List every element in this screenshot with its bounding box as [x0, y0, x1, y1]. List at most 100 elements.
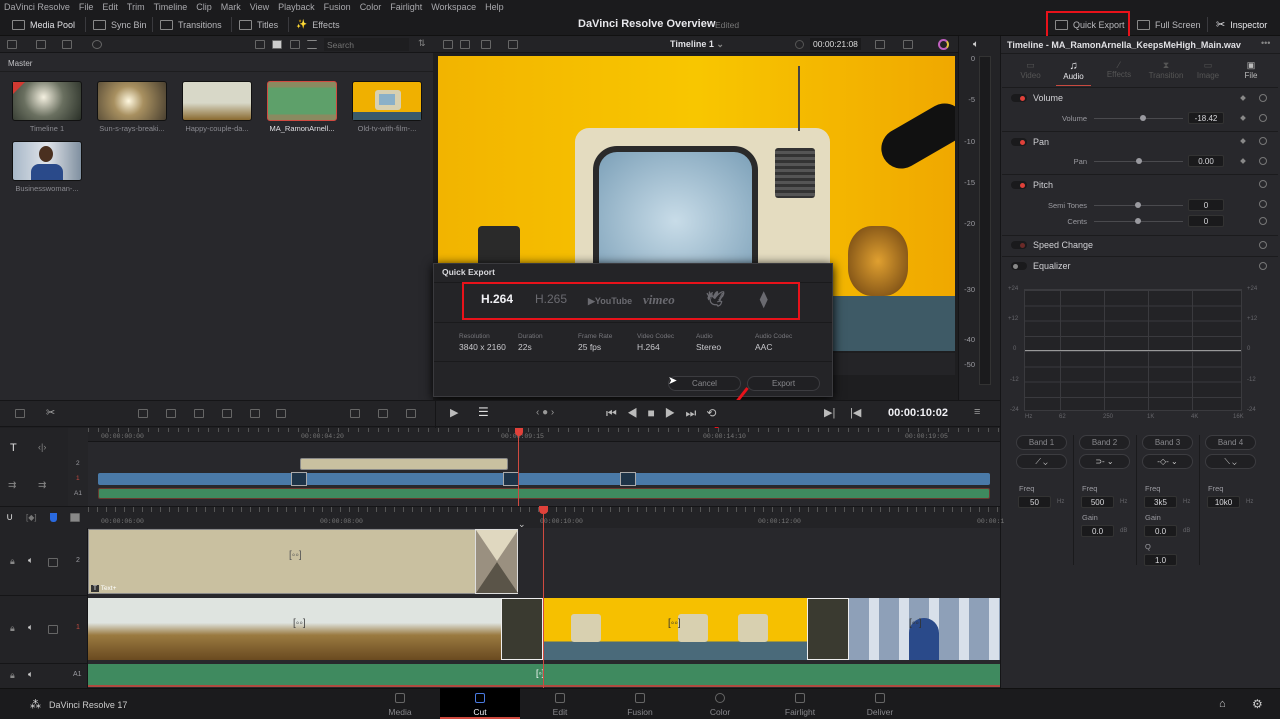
sync-icon[interactable]	[92, 40, 102, 49]
import-folder-icon[interactable]	[62, 40, 72, 49]
pan-slider[interactable]	[1094, 158, 1183, 164]
playhead-handle[interactable]	[539, 506, 548, 514]
speaker-icon[interactable]: 🔈︎	[28, 669, 33, 680]
page-color[interactable]: Color	[680, 688, 760, 719]
band-2-button[interactable]: Band 2	[1079, 435, 1130, 450]
volume-field[interactable]: -18.42	[1188, 112, 1224, 124]
cancel-button[interactable]: Cancel	[668, 376, 741, 391]
band-2-freq[interactable]: 500	[1081, 496, 1114, 508]
color-wheel-icon[interactable]	[938, 39, 949, 50]
smooth-cut-icon[interactable]	[378, 409, 388, 418]
band-3-freq[interactable]: 3k5	[1144, 496, 1177, 508]
timeline-settings-icon[interactable]: ☰	[478, 405, 489, 419]
lower-ruler[interactable]: ∪ [◆] 00:00:06:00 00:00:08:00 00:00:10:0…	[0, 506, 1004, 529]
lower-timeline[interactable]: [◦◦] T Text+ [◦◦] [◦◦] [◦◦] [◦]	[88, 506, 1000, 688]
sidebar-toggle-icon[interactable]	[7, 40, 17, 49]
smart-insert-icon[interactable]	[138, 409, 148, 418]
menu-workspace[interactable]: Workspace	[431, 2, 476, 12]
menu-clip[interactable]: Clip	[196, 2, 212, 12]
reset-icon[interactable]	[1259, 114, 1267, 122]
monitor-icon[interactable]	[48, 558, 58, 567]
title-clip[interactable]: [◦◦] T Text+	[88, 529, 476, 594]
clip-thumbnail-timeline[interactable]	[12, 81, 82, 121]
snapping-icon[interactable]: ∪	[6, 512, 13, 523]
menu-help[interactable]: Help	[485, 2, 504, 12]
semi-tones-slider[interactable]	[1094, 202, 1183, 208]
stop-icon[interactable]: ■	[648, 406, 665, 420]
audio-crossfade-icon[interactable]	[406, 409, 416, 418]
volume-slider[interactable]	[1094, 115, 1183, 121]
cents-field[interactable]: 0	[1188, 215, 1224, 227]
upper-timeline[interactable]: 00:00:00:00 00:00:04:20 00:00:09:15 00:0…	[88, 428, 1000, 506]
tab-image[interactable]: ▭ Image	[1188, 60, 1228, 80]
video-track-icon[interactable]: ⇉	[8, 480, 16, 491]
lock-icon[interactable]: 🔒︎	[10, 670, 15, 681]
band-4-freq[interactable]: 10k0	[1207, 496, 1240, 508]
menu-edit[interactable]: Edit	[102, 2, 118, 12]
tab-transition[interactable]: ⧗ Transition	[1141, 60, 1191, 80]
source-tape-icon[interactable]: ▶	[450, 406, 458, 419]
menu-file[interactable]: File	[79, 2, 94, 12]
place-on-top-icon[interactable]	[250, 409, 260, 418]
settings-gear-icon[interactable]: ⚙	[1252, 697, 1263, 711]
video-track-overview[interactable]	[98, 473, 990, 485]
sort-icon[interactable]: ⇅	[418, 38, 426, 49]
playhead[interactable]	[518, 428, 519, 506]
close-up-icon[interactable]	[222, 409, 232, 418]
title-clip-overview[interactable]	[300, 458, 508, 470]
video-clip-old-tv[interactable]: [◦◦]	[543, 598, 807, 660]
strip-view-icon[interactable]	[290, 40, 300, 49]
volume-toggle[interactable]	[1011, 94, 1027, 102]
reset-icon[interactable]	[1259, 157, 1267, 165]
pan-field[interactable]: 0.00	[1188, 155, 1224, 167]
band-2-filter-select[interactable]: ⊃- ⌄	[1079, 454, 1130, 469]
equalizer-toggle[interactable]	[1011, 262, 1027, 270]
pan-toggle[interactable]	[1011, 138, 1027, 146]
sync-bin-button[interactable]: Sync Bin	[93, 17, 147, 32]
reset-icon[interactable]	[1259, 137, 1267, 145]
play-icon[interactable]: ▶	[665, 406, 686, 420]
speaker-icon[interactable]: 🔈︎	[973, 39, 979, 50]
menu-timeline[interactable]: Timeline	[154, 2, 188, 12]
menu-app[interactable]: DaVinci Resolve	[4, 2, 70, 12]
out-point-icon[interactable]: |◀	[850, 406, 861, 419]
menu-playback[interactable]: Playback	[278, 2, 315, 12]
tab-audio[interactable]: ♫ Audio	[1056, 60, 1091, 86]
lock-icon[interactable]: 🔒︎	[10, 623, 15, 634]
band-4-button[interactable]: Band 4	[1205, 435, 1256, 450]
band-3-button[interactable]: Band 3	[1142, 435, 1193, 450]
reset-icon[interactable]	[1259, 200, 1267, 208]
append-icon[interactable]	[166, 409, 176, 418]
inspector-button[interactable]: ✂ Inspector	[1216, 17, 1267, 32]
viewer-mode-icon[interactable]	[508, 40, 518, 49]
tab-effects[interactable]: ⁄ Effects	[1099, 60, 1139, 79]
page-fusion[interactable]: Fusion	[600, 688, 680, 719]
speaker-icon[interactable]: 🔈︎	[28, 555, 33, 566]
page-cut[interactable]: Cut	[440, 688, 520, 719]
audio-track-icon[interactable]: ⇉	[38, 480, 46, 491]
menu-color[interactable]: Color	[360, 2, 382, 12]
band-1-freq[interactable]: 50	[1018, 496, 1051, 508]
layers-icon[interactable]	[875, 40, 885, 49]
timeline-selector[interactable]: Timeline 1 ⌄	[670, 39, 724, 50]
tab-video[interactable]: ▭ Video	[1013, 60, 1048, 80]
slider-knob[interactable]	[1135, 158, 1142, 164]
list-view-icon[interactable]	[307, 40, 317, 49]
page-media[interactable]: Media	[360, 688, 440, 719]
clip-nav-icon[interactable]: ‹ ● ›	[536, 407, 554, 418]
source-icon[interactable]	[460, 40, 470, 49]
more-options-icon[interactable]: •••	[1261, 38, 1270, 48]
grid-view-icon[interactable]	[272, 40, 282, 49]
effects-button[interactable]: ✨ Effects	[296, 17, 340, 32]
reverse-icon[interactable]: ◀	[627, 406, 648, 420]
link-icon[interactable]: [◆]	[26, 513, 37, 522]
marker-flag-icon[interactable]	[50, 513, 57, 522]
transition-clip[interactable]	[475, 529, 518, 594]
band-3-q[interactable]: 1.0	[1144, 554, 1177, 566]
slider-knob[interactable]	[1139, 115, 1146, 121]
in-point-icon[interactable]: ▶|	[824, 406, 835, 419]
cents-slider[interactable]	[1094, 218, 1183, 224]
monitor-icon[interactable]	[48, 625, 58, 634]
clip-thumbnail-sun-rays[interactable]	[97, 81, 167, 121]
dissolve-icon[interactable]	[350, 409, 360, 418]
